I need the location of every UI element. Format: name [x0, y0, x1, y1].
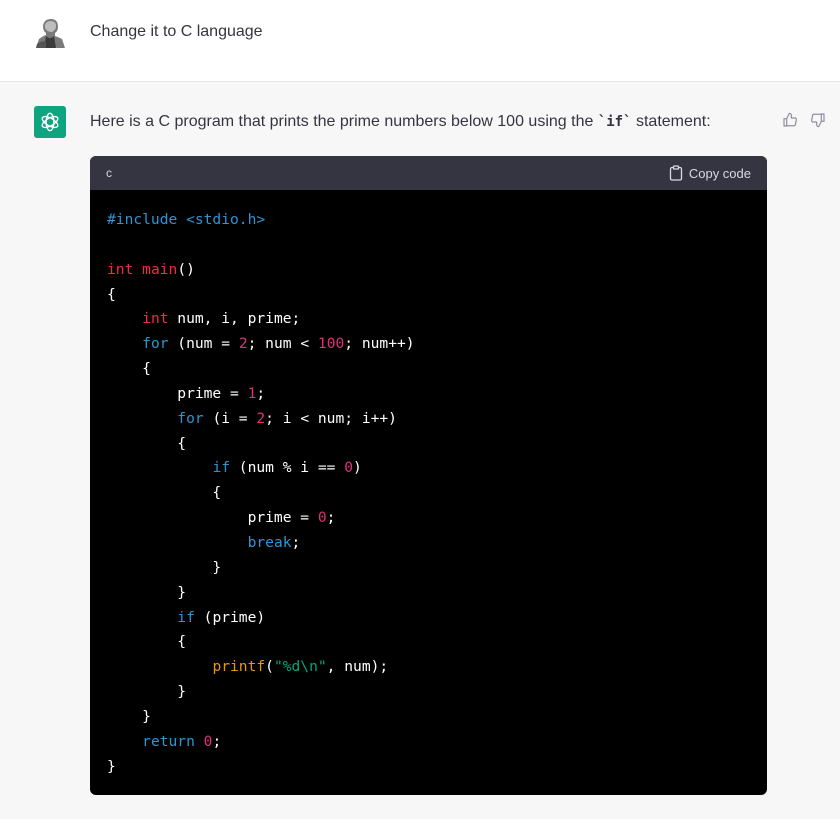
code-token: { — [107, 484, 222, 502]
code-token: 0 — [344, 459, 354, 477]
user-photo-avatar-icon — [34, 16, 66, 48]
code-line: #include <stdio.h> — [107, 208, 750, 233]
code-token: } — [107, 707, 151, 725]
code-token: 2 — [256, 409, 266, 427]
code-token: (num % i == — [230, 459, 345, 477]
code-line: } — [107, 581, 750, 606]
code-line: printf("%d\n", num); — [107, 655, 750, 680]
code-token: ( — [265, 658, 274, 676]
copy-code-button[interactable]: Copy code — [669, 165, 751, 181]
code-token: return — [142, 732, 195, 750]
code-content[interactable]: #include <stdio.h> int main(){ int num, … — [90, 190, 767, 779]
code-token: ; — [212, 732, 222, 750]
code-token: "%d\n" — [273, 658, 327, 676]
code-token: break — [247, 533, 292, 551]
code-token: { — [107, 434, 187, 452]
code-line: } — [107, 755, 750, 780]
thumbs-up-icon — [783, 112, 797, 127]
code-token: ; — [256, 384, 266, 402]
code-token: (i = — [203, 409, 257, 427]
code-token: printf — [212, 658, 266, 676]
code-block: c Copy code #include <stdio.h> int main(… — [90, 156, 767, 795]
thumbs-up-button[interactable] — [780, 110, 800, 130]
code-token: prime = — [107, 509, 318, 527]
code-line: { — [107, 481, 750, 506]
assistant-intro-before: Here is a C program that prints the prim… — [90, 113, 598, 130]
code-token: } — [107, 683, 187, 701]
code-token: num, i, prime; — [168, 310, 301, 328]
code-token: #include <stdio.h> — [107, 211, 266, 228]
user-message-row: Change it to C language — [0, 0, 840, 82]
code-line: int num, i, prime; — [107, 307, 750, 332]
code-token: 0 — [317, 509, 327, 527]
code-line: if (prime) — [107, 606, 750, 631]
code-token: { — [107, 633, 187, 651]
code-token: 100 — [317, 335, 345, 353]
code-token: { — [107, 360, 151, 378]
code-token: int — [142, 310, 169, 328]
code-line: prime = 1; — [107, 382, 750, 407]
code-token: prime = — [107, 384, 248, 402]
code-token: ; — [291, 533, 301, 551]
code-token: if — [177, 608, 195, 626]
code-token: main — [142, 260, 178, 278]
code-token: () — [177, 260, 195, 278]
code-token: ; — [326, 509, 336, 527]
code-language-label: c — [106, 166, 112, 180]
code-line: int main() — [107, 258, 750, 283]
code-line: break; — [107, 531, 750, 556]
code-token: int — [107, 260, 143, 278]
code-token: ; num < — [247, 335, 318, 353]
code-line: } — [107, 680, 750, 705]
code-token: for — [177, 409, 204, 427]
code-block-header: c Copy code — [90, 156, 767, 190]
code-token: (num = — [168, 335, 239, 353]
code-line: for (num = 2; num < 100; num++) — [107, 332, 750, 357]
assistant-intro-after: statement: — [631, 113, 711, 130]
code-line: { — [107, 630, 750, 655]
code-token: , num); — [326, 658, 389, 676]
code-line: { — [107, 432, 750, 457]
code-line: { — [107, 283, 750, 308]
code-token: { — [107, 285, 116, 303]
assistant-message-text: Here is a C program that prints the prim… — [90, 112, 711, 132]
code-line: } — [107, 556, 750, 581]
code-token: ; num++) — [344, 335, 415, 353]
assistant-avatar — [34, 106, 66, 138]
code-token: ) — [353, 459, 362, 477]
openai-logo-icon — [41, 112, 59, 132]
code-token: ; i < num; i++) — [265, 409, 397, 427]
code-token: 2 — [238, 335, 248, 353]
assistant-message-row: Here is a C program that prints the prim… — [0, 82, 840, 819]
user-avatar — [34, 16, 66, 48]
code-token: } — [107, 757, 116, 775]
thumbs-down-icon — [811, 113, 825, 128]
assistant-intro-code: `if` — [597, 114, 632, 130]
copy-code-label: Copy code — [688, 165, 751, 181]
clipboard-icon — [669, 165, 682, 181]
code-line: { — [107, 357, 750, 382]
code-line: return 0; — [107, 730, 750, 755]
user-message-text: Change it to C language — [90, 23, 263, 40]
thumbs-down-button[interactable] — [808, 110, 828, 130]
code-line: prime = 0; — [107, 506, 750, 531]
code-line: for (i = 2; i < num; i++) — [107, 407, 750, 432]
code-token: (prime) — [194, 608, 266, 626]
code-token: } — [107, 583, 187, 601]
code-token: } — [107, 558, 222, 576]
code-token: for — [142, 335, 169, 353]
code-token: if — [212, 459, 231, 477]
code-line: } — [107, 705, 750, 730]
code-line: if (num % i == 0) — [107, 456, 750, 481]
